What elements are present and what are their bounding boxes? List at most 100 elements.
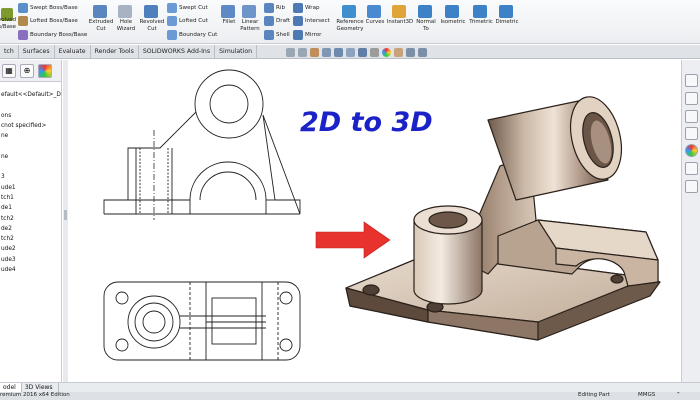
design-library-icon[interactable] [685,92,698,105]
units-status[interactable]: MMGS [638,392,655,398]
tree-item-front-plane[interactable]: ne [1,131,61,141]
curves-icon [367,5,381,18]
normal-to-icon [418,5,432,18]
tree-filter[interactable] [0,82,61,90]
configuration-manager-icon[interactable]: ⊕ [20,63,34,78]
tree-item-sketch2[interactable]: tch2 [1,234,61,244]
extruded-cut-button[interactable]: Extruded Cut [88,5,114,32]
normal-to-label: Normal To [416,19,436,32]
fillet-button[interactable]: Fillet [219,5,239,26]
tab-evaluate[interactable]: Evaluate [55,45,91,59]
normal-to-button[interactable]: Normal To [414,5,438,32]
tree-item-feature[interactable]: de1 [1,203,61,213]
command-manager-ribbon: Revolved Boss/Base Swept Boss/Base Lofte… [0,0,700,44]
intersect-button[interactable]: Intersect [293,16,330,26]
swept-boss-label: Swept Boss/Base [30,5,78,11]
apply-scene-icon[interactable] [394,47,403,57]
home-icon[interactable] [685,74,698,87]
tree-item-annotations[interactable]: ons [1,111,61,121]
display-manager-icon[interactable] [38,63,52,78]
appearances-icon[interactable] [685,144,698,157]
tree-item-part[interactable]: efault<<Default>_Dis [1,90,61,100]
instant3d-button[interactable]: Instant3D [386,5,414,26]
tree-item-sketch1[interactable]: tch1 [1,193,61,203]
tree-item-sketch3[interactable]: 3 [1,172,61,182]
tree-item[interactable] [1,162,61,172]
revolved-cut-label: Revolved Cut [139,19,165,32]
collapse-handle[interactable] [64,210,67,220]
monitor-icon[interactable] [418,47,427,57]
status-chevron-icon[interactable]: ⌃ [676,392,681,398]
edit-mode-status: Editing Part [578,392,610,398]
tree-item-extrude2[interactable]: ude2 [1,244,61,254]
tree-item-extrude3[interactable]: ude3 [1,255,61,265]
tree-item-sketch2[interactable]: tch2 [1,214,61,224]
swept-cut-button[interactable]: Swept Cut [167,3,208,13]
fillet-label: Fillet [222,19,236,25]
tab-surfaces[interactable]: Surfaces [19,45,55,59]
reference-geometry-label: Reference Geometry [336,19,364,32]
tab-simulation[interactable]: Simulation [215,45,258,59]
tab-solidworks-addins[interactable]: SOLIDWORKS Add-Ins [139,45,216,59]
custom-properties-icon[interactable] [685,162,698,175]
tab-3d-views[interactable]: 3D Views [22,383,59,392]
tree-item[interactable] [1,141,61,151]
edit-appearance-icon[interactable] [382,47,391,57]
mirror-button[interactable]: Mirror [293,30,321,40]
feature-manager-panel: ▦ ⊕ efault<<Default>_Dis ons cnot specif… [0,60,62,382]
dimetric-button[interactable]: Dimetric [494,5,520,26]
rib-button[interactable]: Rib [264,3,285,13]
rib-icon [264,3,274,13]
lofted-boss-button[interactable]: Lofted Boss/Base [18,16,78,26]
draft-label: Draft [276,18,291,24]
property-manager-icon[interactable]: ▦ [2,63,16,78]
view-orientation-icon[interactable] [346,47,355,57]
dynamic-annotation-icon[interactable] [334,47,343,57]
intersect-label: Intersect [305,18,330,24]
tree-item-material[interactable]: cnot specified> [1,121,61,131]
tree-item-extrude4[interactable]: ude4 [1,265,61,275]
revolved-boss-label-part: Revolved Boss/Base [0,17,16,30]
tab-render-tools[interactable]: Render Tools [91,45,139,59]
tree-item[interactable] [1,100,61,110]
swept-cut-label: Swept Cut [179,5,208,11]
mirror-label: Mirror [305,32,322,38]
linear-pattern-icon [242,5,256,18]
boundary-cut-button[interactable]: Boundary Cut [167,30,217,40]
tab-sketch[interactable]: tch [0,45,19,59]
reference-geometry-button[interactable]: Reference Geometry [334,5,366,32]
tree-item-right-plane[interactable]: ne [1,152,61,162]
lofted-boss-label: Lofted Boss/Base [30,18,78,24]
section-view-icon[interactable] [322,47,331,57]
draft-button[interactable]: Draft [264,16,290,26]
isometric-button[interactable]: Isometric [438,5,468,26]
swept-boss-button[interactable]: Swept Boss/Base [18,3,78,13]
curves-label: Curves [365,19,385,25]
tab-model[interactable]: odel [0,383,22,392]
zoom-area-icon[interactable] [298,47,307,57]
display-style-icon[interactable] [358,47,367,57]
hole-wizard-button[interactable]: Hole Wizard [114,5,138,32]
dimetric-icon [499,5,513,18]
linear-pattern-label: Linear Pattern [240,19,260,32]
tree-item-feature[interactable]: de2 [1,224,61,234]
zoom-to-fit-icon[interactable] [286,47,295,57]
previous-view-icon[interactable] [310,47,319,57]
shell-button[interactable]: Shell [264,30,290,40]
curves-button[interactable]: Curves [364,5,386,26]
hide-show-items-icon[interactable] [370,47,379,57]
graphics-area[interactable]: 2D to 3D [68,60,680,382]
trimetric-button[interactable]: Trimetric [467,5,495,26]
revolve-cut-icon [144,5,158,18]
view-palette-icon[interactable] [685,127,698,140]
lofted-cut-button[interactable]: Lofted Cut [167,16,208,26]
linear-pattern-button[interactable]: Linear Pattern [238,5,262,32]
view-settings-icon[interactable] [406,47,415,57]
revolved-cut-button[interactable]: Revolved Cut [138,5,166,32]
boundary-boss-button[interactable]: Boundary Boss/Base [18,30,87,40]
wrap-button[interactable]: Wrap [293,3,320,13]
resources-icon[interactable] [685,180,698,193]
file-explorer-icon[interactable] [685,110,698,123]
tree-item-extrude1[interactable]: ude1 [1,183,61,193]
rib-label: Rib [276,5,285,11]
